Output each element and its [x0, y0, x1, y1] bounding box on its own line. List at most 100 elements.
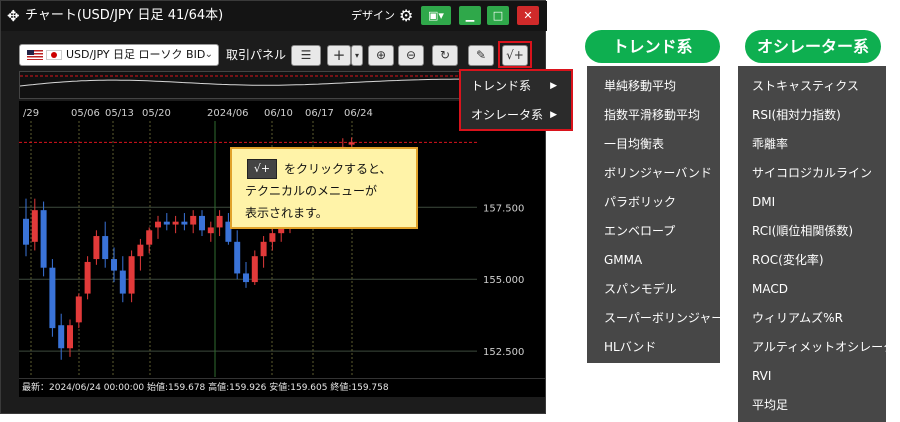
callout-text: テクニカルのメニューが: [245, 184, 378, 198]
minimize-button[interactable]: ▁: [459, 6, 481, 25]
y-tick-label: 155.000: [483, 275, 524, 286]
candle-body: [260, 241, 267, 257]
trend-indicator-list: 単純移動平均指数平滑移動平均 一目均衡表ボリンジャーバンド パラボリック エンベロープ…: [587, 66, 723, 363]
candle-body: [137, 244, 144, 257]
list-item: MACD: [752, 282, 788, 296]
trade-panel-button[interactable]: 取引パネル: [226, 44, 286, 66]
list-item: DMI: [752, 195, 776, 209]
candle-body: [199, 215, 205, 231]
layout-icon: ▣▾: [428, 9, 444, 22]
x-tick-label: 2024/06: [207, 108, 249, 119]
zoom-out-icon: ⊖: [405, 48, 417, 62]
candle-body: [102, 236, 109, 260]
list-item: GMMA: [604, 253, 643, 267]
crosshair-dropdown-button[interactable]: ▾: [351, 45, 363, 66]
menu-item-label: オシレータ系: [471, 108, 544, 122]
list-item: パラボリック: [604, 195, 677, 209]
candle-body: [172, 221, 179, 225]
list-item: アルティメットオシレーター: [752, 340, 900, 354]
candle-body: [67, 325, 73, 349]
draw-button[interactable]: ✎: [468, 45, 494, 66]
technical-icon: √+: [247, 159, 277, 179]
ohlc-status-bar: 最新：2024/06/24 00:00:00 始値:159.678 高値:159…: [19, 378, 545, 396]
candle-body: [75, 296, 82, 323]
x-tick-label: 06/17: [305, 108, 334, 119]
pair-select-label: USD/JPY 日足 ローソク BID: [66, 48, 206, 61]
us-flag-icon: [27, 50, 43, 60]
candle-body: [40, 210, 47, 268]
list-item: ボリンジャーバンド: [604, 166, 712, 180]
candle-body: [348, 142, 355, 145]
candle-body: [111, 259, 117, 271]
candle-body: [84, 261, 91, 294]
x-tick-label: 06/10: [264, 108, 293, 119]
window-titlebar[interactable]: ✥ チャート(USD/JPY 日足 41/64本) デザイン ⚙ ▣▾ ▁ □ …: [1, 1, 547, 31]
x-tick-label: 05/20: [142, 108, 171, 119]
close-icon: ✕: [523, 9, 533, 22]
list-item: ROC(変化率): [752, 253, 824, 267]
candle-body: [243, 273, 249, 283]
x-tick-label: 05/06: [71, 108, 100, 119]
candle-body: [251, 256, 258, 283]
candle-body: [207, 227, 214, 234]
candle-body: [216, 215, 223, 228]
candle-body: [23, 218, 29, 245]
help-callout: √+ をクリックすると、 テクニカルのメニューが 表示されます。: [230, 147, 418, 229]
technical-context-menu: トレンド系 ▶ オシレータ系 ▶: [459, 69, 573, 131]
reload-button[interactable]: ↻: [432, 45, 458, 66]
candle-body: [163, 221, 170, 225]
chevron-right-icon: ▶: [550, 81, 557, 91]
crosshair-button[interactable]: +: [327, 45, 351, 66]
maximize-icon: □: [492, 9, 504, 22]
menu-item-oscillator[interactable]: オシレータ系 ▶: [461, 101, 571, 130]
list-item: スパンモデル: [604, 282, 677, 296]
maximize-button[interactable]: □: [487, 6, 509, 25]
callout-text: 表示されます。: [245, 206, 328, 220]
list-item: 単純移動平均: [604, 79, 677, 93]
candlestick-chart: 157.500 155.000 152.500/29 05/06 05/13 05/20 2…: [19, 108, 524, 377]
x-tick-label: /29: [23, 108, 39, 119]
candle-body: [234, 241, 241, 274]
list-item: エンベロープ: [604, 224, 676, 238]
technical-button-highlight: [498, 41, 532, 68]
list-item: RCI(順位相関係数): [752, 224, 854, 238]
chart-plot-area[interactable]: 157.500 155.000 152.500/29 05/06 05/13 05/20 2…: [19, 101, 545, 397]
callout-text: をクリックすると、: [284, 162, 392, 176]
close-button[interactable]: ✕: [517, 6, 539, 25]
design-link[interactable]: デザイン: [351, 1, 395, 31]
chevron-down-icon: ⌄: [204, 49, 213, 60]
gear-icon[interactable]: ⚙: [399, 1, 413, 31]
pair-select[interactable]: USD/JPY 日足 ローソク BID ⌄: [19, 44, 219, 66]
list-item: RSI(相対力指数): [752, 108, 841, 122]
x-tick-label: 06/24: [344, 108, 373, 119]
line-style-button[interactable]: ☰: [291, 45, 321, 66]
move-icon[interactable]: ✥: [7, 1, 20, 31]
candle-body: [31, 210, 38, 242]
pen-icon: ✎: [475, 48, 487, 62]
list-item: 平均足: [752, 398, 789, 412]
chart-toolbar: USD/JPY 日足 ローソク BID ⌄ 取引パネル ☰ + ▾ ⊕ ⊖ ↻ …: [1, 31, 547, 69]
menu-item-trend[interactable]: トレンド系 ▶: [461, 72, 571, 101]
layout-button[interactable]: ▣▾: [421, 6, 451, 25]
menu-item-label: トレンド系: [471, 79, 532, 93]
candle-body: [155, 221, 161, 228]
chevron-down-icon: ▾: [354, 51, 359, 60]
candle-body: [190, 215, 197, 225]
list-item: 指数平滑移動平均: [604, 108, 701, 122]
candle-body: [119, 270, 126, 294]
list-item: 一目均衡表: [604, 137, 665, 151]
oscillator-indicator-list: ストキャスティクス RSI(相対力指数) 乖離率 サイコロジカルライン DMI RCI(順…: [738, 66, 900, 422]
oscillator-category-title: オシレーター系: [745, 30, 881, 63]
zoom-in-icon: ⊕: [375, 48, 387, 62]
list-item: ウィリアムズ%R: [752, 311, 843, 325]
plus-icon: +: [332, 46, 346, 64]
zoom-in-button[interactable]: ⊕: [368, 45, 394, 66]
candle-body: [181, 221, 188, 225]
reload-icon: ↻: [439, 48, 451, 62]
zoom-out-button[interactable]: ⊖: [398, 45, 424, 66]
list-item: ストキャスティクス: [752, 79, 859, 93]
window-title: チャート(USD/JPY 日足 41/64本): [25, 8, 224, 23]
y-tick-label: 152.500: [483, 347, 524, 358]
candle-body: [269, 233, 276, 242]
candle-body: [49, 267, 56, 329]
